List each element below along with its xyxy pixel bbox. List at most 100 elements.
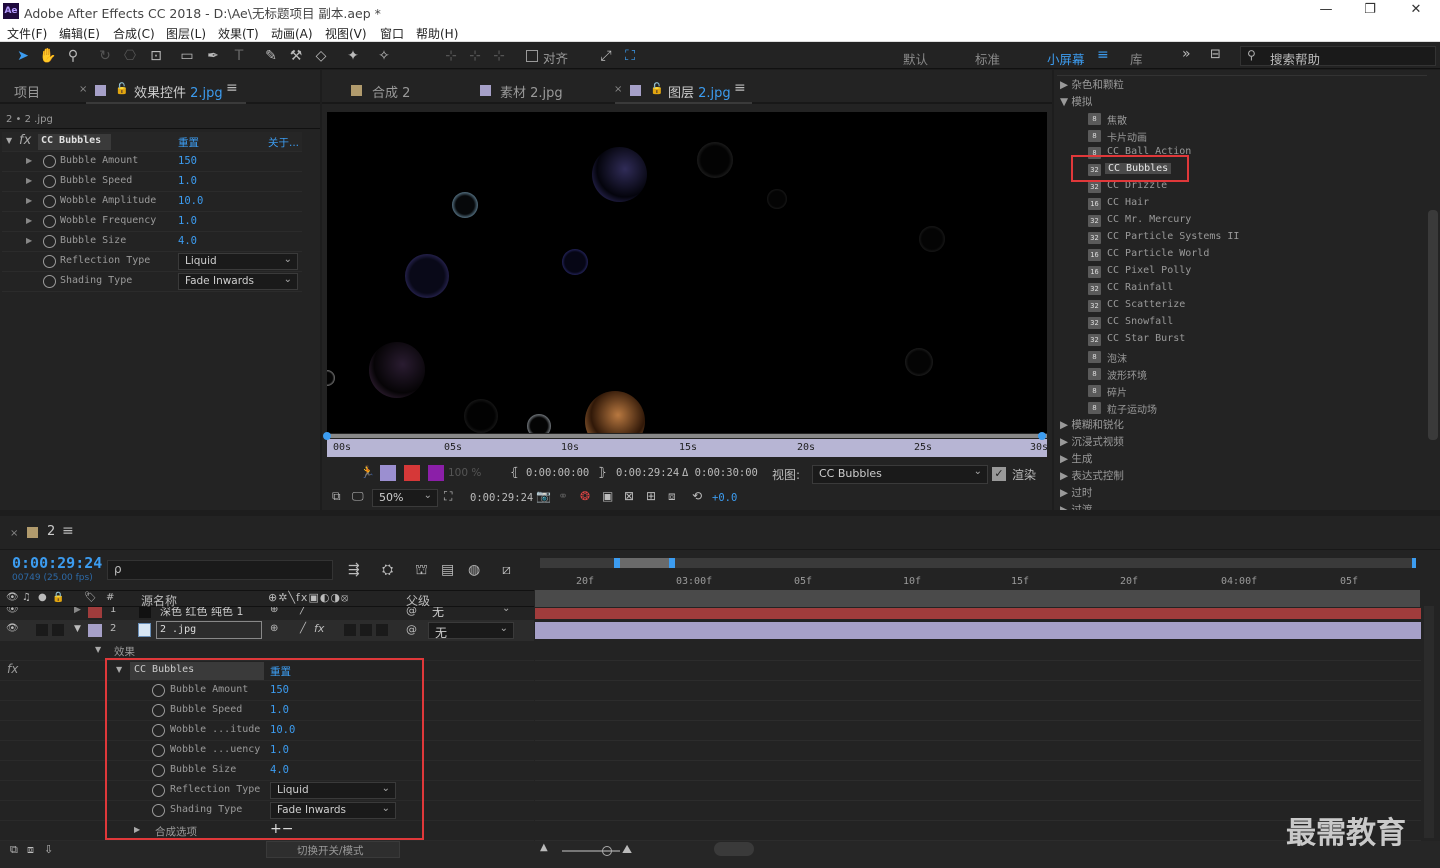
out-point-handle[interactable] (1038, 432, 1046, 440)
effect-collapse-arrow[interactable]: ▼ (6, 136, 12, 145)
lock-icon[interactable]: 🔓 (115, 82, 129, 95)
show-snapshot-icon[interactable]: ⚭ (558, 489, 568, 503)
pan-behind-tool-icon[interactable]: ⊡ (146, 46, 166, 66)
menu-layer[interactable]: 图层(L) (166, 25, 206, 42)
workspace-small-screen[interactable]: 小屏幕 (1047, 49, 1085, 68)
sync-settings-icon[interactable]: ⊟ (1210, 47, 1221, 62)
layer-1-bar[interactable] (535, 608, 1421, 619)
motion-blur-switch[interactable] (344, 624, 356, 636)
local-axis-icon[interactable]: ⊹ (441, 46, 461, 66)
current-time[interactable]: 0:00:29:24 (470, 492, 533, 504)
zoom-slider-handle[interactable] (602, 846, 612, 856)
layer-name[interactable]: 2 .jpg (156, 621, 262, 639)
minimize-button[interactable]: — (1314, 2, 1338, 20)
lock-icon[interactable]: 🔒 (52, 592, 64, 603)
zoom-in-icon[interactable]: ⛰ (622, 842, 632, 857)
set-out-icon[interactable]: ⦄ (598, 465, 607, 479)
text-tool-icon[interactable]: T (229, 46, 249, 66)
region-icon[interactable]: ▣ (602, 489, 613, 503)
in-time[interactable]: 0:00:00:00 (526, 467, 589, 479)
world-axis-icon[interactable]: ⊹ (465, 46, 485, 66)
quality-switch-icon[interactable]: ╱ (300, 623, 306, 634)
maximize-button[interactable]: ❐ (1358, 2, 1382, 20)
zoom-out-icon[interactable]: ▲ (540, 842, 548, 853)
pickwhip-icon[interactable]: @ (406, 607, 417, 617)
graph-editor-icon[interactable]: ⧄ (502, 562, 511, 578)
category-obsolete[interactable]: ▶ 过时 (1060, 485, 1092, 500)
timecode[interactable]: 0:00:29:24 (12, 554, 102, 572)
shy-switch-icon[interactable]: ⊕ (270, 623, 278, 634)
tab-comp-2[interactable]: 2 (47, 524, 55, 539)
navigator-start-handle[interactable] (614, 558, 620, 568)
workspace-library[interactable]: 库 (1130, 49, 1143, 68)
render-checkbox[interactable]: ✓ (992, 467, 1006, 481)
timeline-scrollbar[interactable] (1424, 606, 1434, 838)
reset-link[interactable]: 重置 (178, 135, 199, 150)
shy-icon[interactable]: ⛫ (415, 562, 428, 580)
help-search-input[interactable]: 搜索帮助 (1270, 49, 1320, 68)
workspace-standard[interactable]: 标准 (975, 49, 1000, 68)
tab-project[interactable]: 项目 (14, 82, 40, 101)
camera-tool-icon[interactable]: ⎔ (120, 46, 140, 66)
category-generate[interactable]: ▶ 生成 (1060, 451, 1092, 466)
3d-switch[interactable] (376, 624, 388, 636)
audio-icon[interactable]: ♫ (22, 592, 31, 603)
parent-value[interactable]: 无 (432, 607, 444, 619)
prop-value[interactable]: 150 (178, 155, 197, 167)
layer-name[interactable]: 深色 红色 纯色 1 (160, 607, 244, 619)
effects-scrollbar[interactable] (1428, 210, 1438, 440)
expand-arrow[interactable]: ▶ (26, 236, 32, 245)
draft-3d-icon[interactable]: ⛭ (382, 562, 393, 578)
timeline-search-input[interactable]: ρ (107, 560, 333, 580)
about-link[interactable]: 关于... (268, 135, 299, 150)
workspace-menu-icon[interactable]: ≡ (1097, 47, 1109, 63)
quality-switch-icon[interactable]: ╱ (300, 607, 306, 615)
view-select[interactable]: CC Bubbles ⌄ (812, 465, 988, 484)
out-time[interactable]: 0:00:29:24 (616, 467, 679, 479)
collapse-arrow[interactable]: ▼ (95, 645, 101, 654)
stopwatch-icon[interactable] (43, 235, 56, 248)
menu-animation[interactable]: 动画(A) (271, 25, 313, 42)
fx-switch-icon[interactable]: fx (314, 622, 324, 635)
clone-stamp-tool-icon[interactable]: ⚒ (286, 46, 306, 66)
in-point-handle[interactable] (323, 432, 331, 440)
lock-icon[interactable]: 🔓 (650, 82, 664, 95)
effect-name[interactable]: CC Bubbles (38, 134, 111, 150)
panel-menu-icon[interactable]: ≡ (226, 80, 238, 96)
category-simulation[interactable]: ▼ 模拟 (1060, 94, 1092, 109)
expand-arrow[interactable]: ▶ (26, 216, 32, 225)
stopwatch-icon[interactable] (43, 175, 56, 188)
menu-composition[interactable]: 合成(C) (113, 25, 155, 42)
view-axis-icon[interactable]: ⊹ (489, 46, 509, 66)
chevron-down-icon[interactable]: ⌄ (502, 607, 510, 614)
layer-switches-toggle-icon[interactable]: ⧉ (10, 843, 18, 857)
brush-tool-icon[interactable]: ✎ (261, 46, 281, 66)
parent-select[interactable]: 无 ⌄ (428, 622, 514, 640)
prop-value[interactable]: 10.0 (178, 195, 203, 207)
flowchart-icon[interactable]: ⧈ (668, 489, 676, 504)
shy-switch-icon[interactable]: ⊕ (270, 607, 278, 615)
help-search-box[interactable]: ⚲ 搜索帮助 (1240, 46, 1436, 68)
fx-icon[interactable]: fx (7, 662, 18, 676)
layer-label-color[interactable] (88, 607, 102, 618)
close-tab-icon[interactable]: × (79, 84, 87, 95)
timeline-ruler[interactable]: 20f 03:00f 05f 10f 15f 20f 04:00f 05f (536, 568, 1420, 590)
menu-file[interactable]: 文件(F) (7, 25, 47, 42)
transparency-grid-icon[interactable]: ⊠ (624, 489, 634, 503)
snap-checkbox[interactable] (526, 50, 538, 62)
tab-layer[interactable]: 图层 2.jpg (668, 82, 731, 101)
zoom-select[interactable]: 50% ⌄ (372, 489, 438, 507)
category-blur-sharpen[interactable]: ▶ 模糊和锐化 (1060, 417, 1124, 432)
panel-menu-icon[interactable]: ≡ (734, 80, 746, 96)
close-tab-icon[interactable]: × (10, 528, 18, 539)
shading-type-select[interactable]: Fade Inwards ⌄ (178, 273, 298, 290)
layer-row-1[interactable]: 👁 ▶ 1 深色 红色 纯色 1 ⊕ ╱ @ 无 ⌄ (0, 607, 534, 619)
zoom-tool-icon[interactable]: ⚲ (63, 46, 83, 66)
transfer-controls-icon[interactable]: ⧈ (27, 843, 34, 857)
expand-arrow[interactable]: ▶ (26, 176, 32, 185)
rotate-tool-icon[interactable]: ↻ (95, 46, 115, 66)
adjustment-switch[interactable] (360, 624, 372, 636)
stopwatch-icon[interactable] (43, 255, 56, 268)
tab-footage[interactable]: 素材 2.jpg (500, 82, 563, 101)
navigator-end-handle[interactable] (669, 558, 675, 568)
